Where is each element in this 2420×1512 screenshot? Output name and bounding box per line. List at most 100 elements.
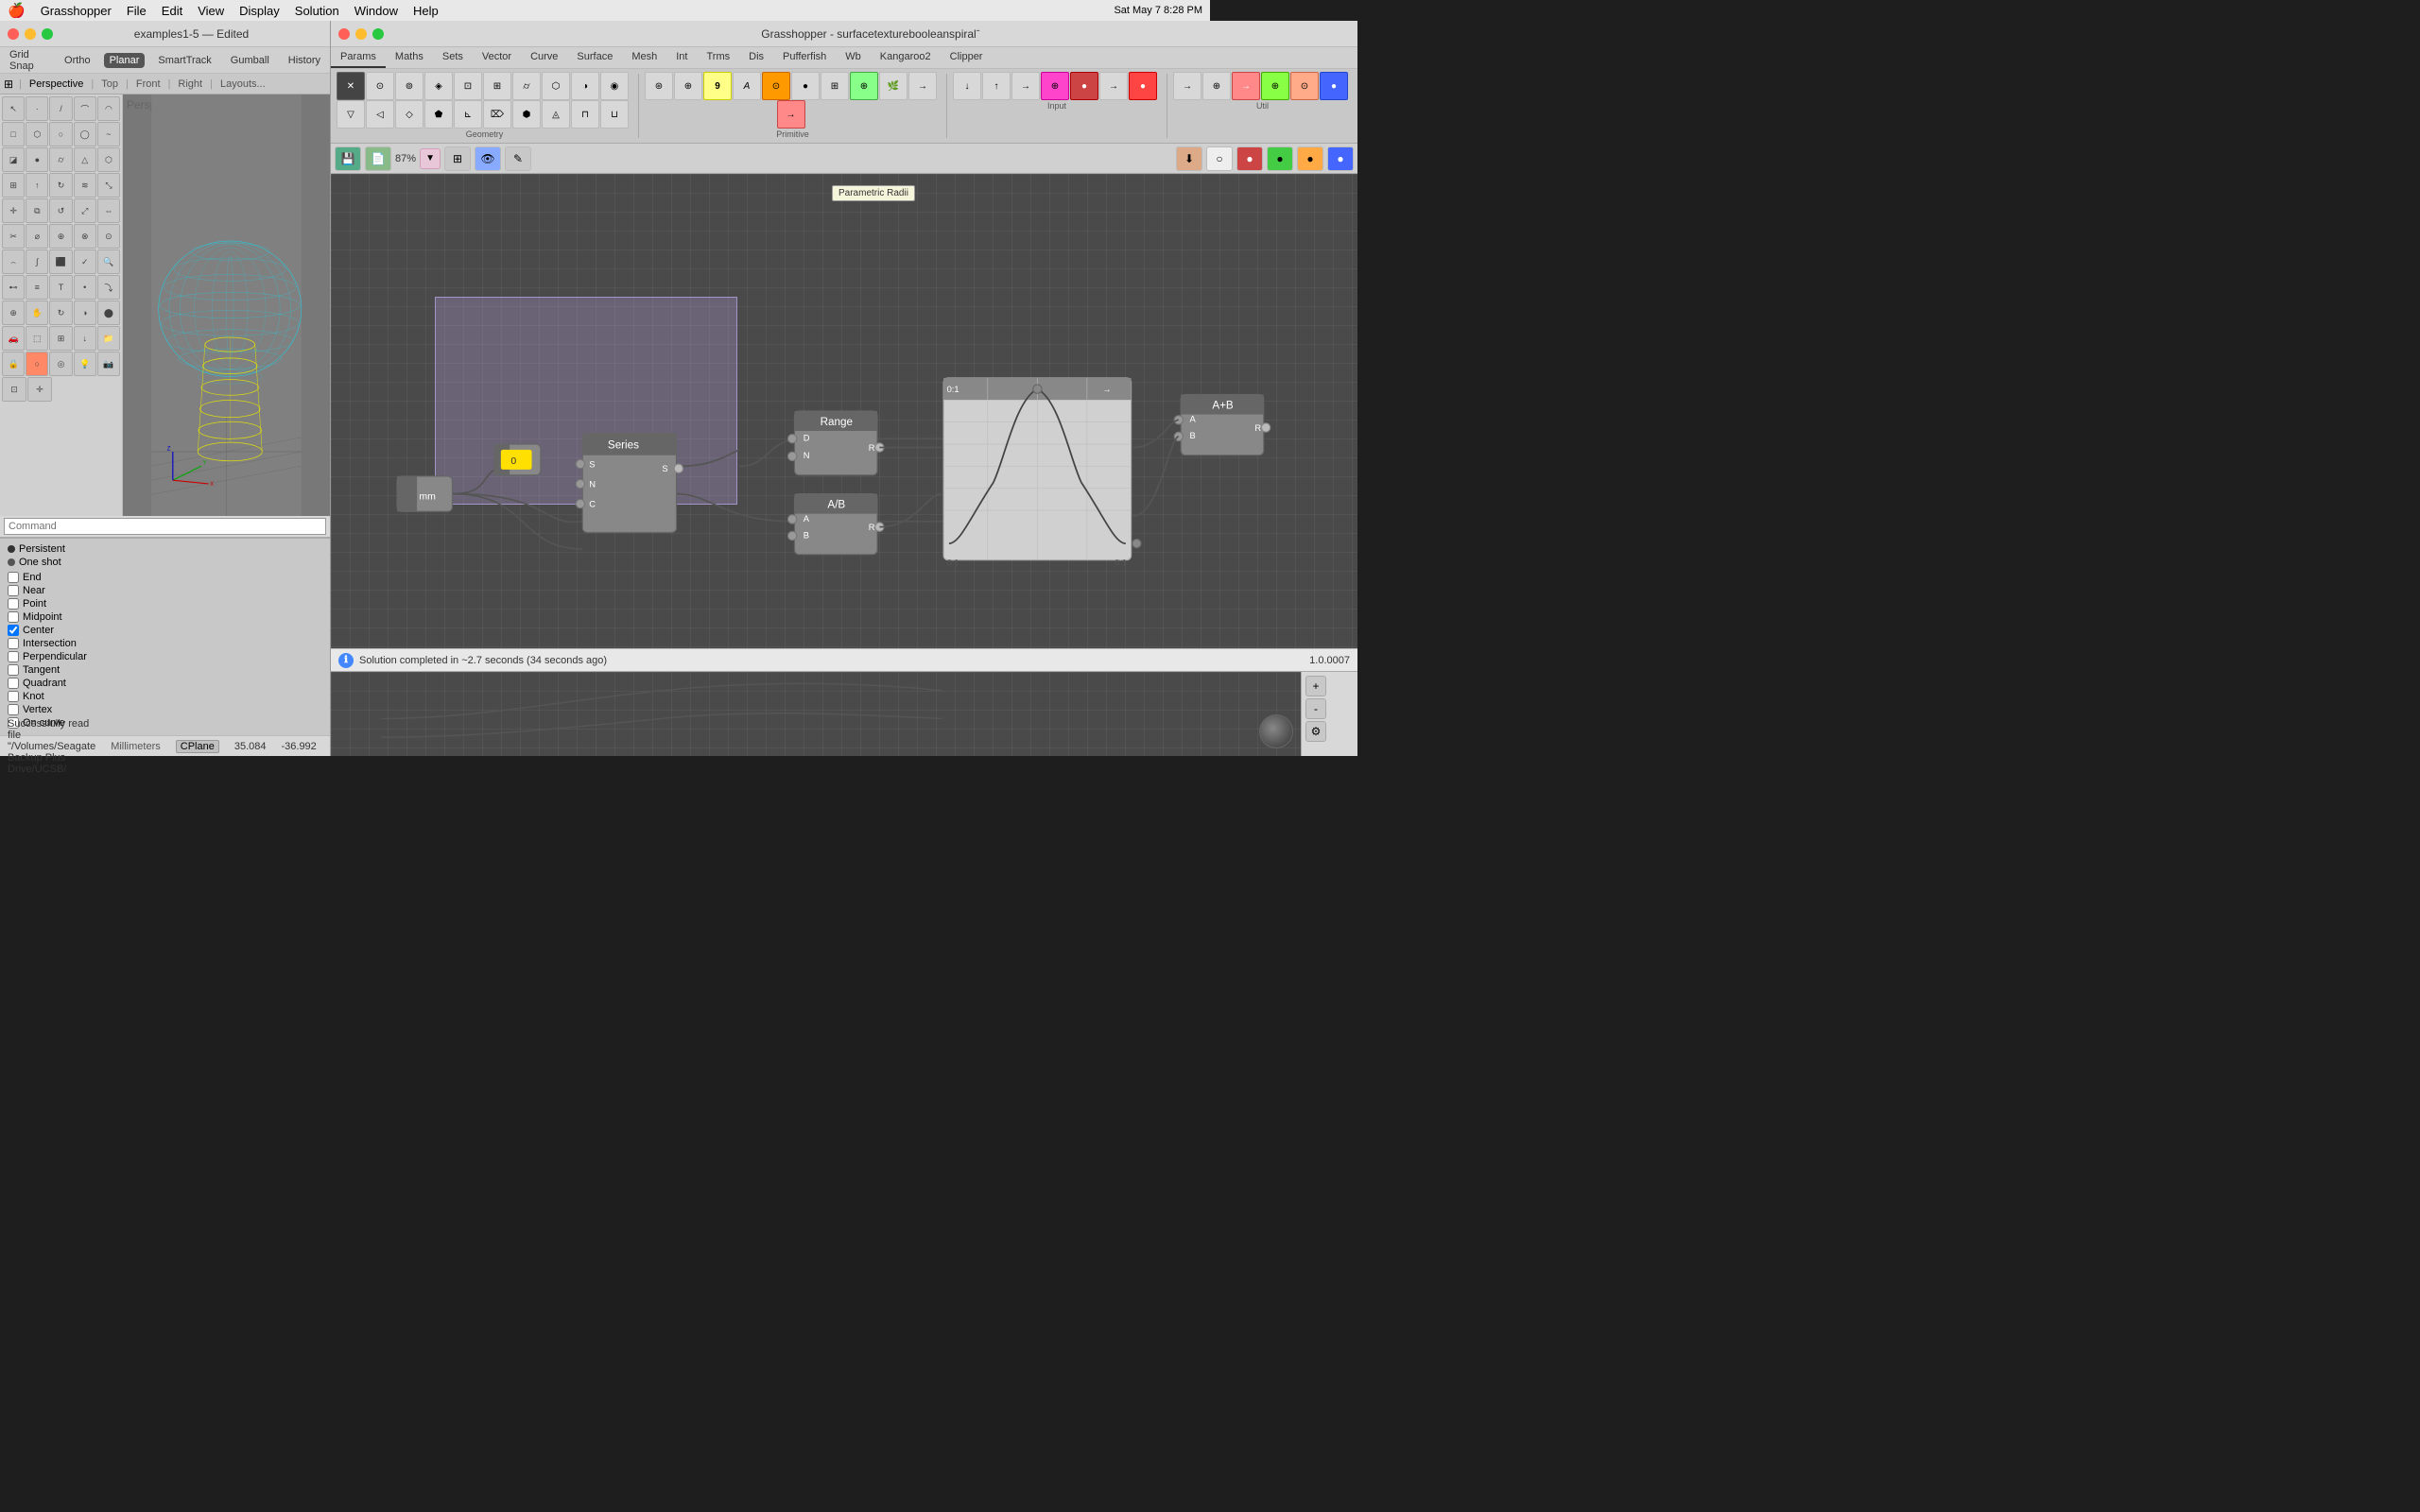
gh-util-btn-4[interactable]: ⊕ [1261,72,1289,100]
trim-tool[interactable]: ✂ [2,224,25,249]
blend-tool[interactable]: ∫ [26,249,48,274]
gh-toggle4[interactable]: ● [1297,146,1323,171]
smarttrack-btn[interactable]: SmartTrack [152,53,216,68]
snap-tangent[interactable]: Tangent [8,663,322,677]
group-tool[interactable]: ⬚ [26,326,48,351]
insert-tool[interactable]: ↓ [74,326,96,351]
gh-geo-btn-11[interactable]: ▽ [337,100,365,129]
analyze-tool[interactable]: 🔍 [97,249,120,274]
snap-center-check[interactable] [8,625,19,636]
tab-front[interactable]: Front [130,77,166,92]
gh-geo-btn-2[interactable]: ⊙ [366,72,394,100]
snap-knot-check[interactable] [8,691,19,702]
menu-solution[interactable]: Solution [295,4,339,18]
snap-oneshot[interactable]: One shot [8,556,322,569]
snap-persistent[interactable]: Persistent [8,542,322,556]
gh-geo-btn-7[interactable]: ⌭ [512,72,541,100]
revolve-tool[interactable]: ↻ [49,173,72,198]
text-tool[interactable]: T [49,275,72,300]
gh-prim-btn-2[interactable]: ⊕ [674,72,702,100]
cylinder-tool[interactable]: ⌭ [49,147,72,172]
tab-top[interactable]: Top [95,77,124,92]
snap-vertex-check[interactable] [8,704,19,715]
gh-geo-btn-17[interactable]: ⬢ [512,100,541,129]
mesh-tool[interactable]: ⊞ [2,173,25,198]
gh-prim-btn-5[interactable]: ⊙ [762,72,790,100]
gh-geo-btn-4[interactable]: ◈ [424,72,453,100]
gumball-btn[interactable]: Gumball [225,53,275,68]
gh-close-button[interactable] [338,28,350,40]
sweep-tool[interactable]: ⤡ [97,173,120,198]
circle-tool[interactable]: ○ [49,122,72,146]
gh-prim-btn-8[interactable]: ⊕ [850,72,878,100]
snap-quadrant[interactable]: Quadrant [8,677,322,690]
osnap-tool[interactable]: ⊡ [2,377,26,402]
sphere-tool[interactable]: ● [26,147,48,172]
dimension-tool[interactable]: ⊷ [2,275,25,300]
gh-prim-btn-9[interactable]: 🌿 [879,72,908,100]
command-input[interactable] [4,518,326,535]
snap-perpendicular-check[interactable] [8,651,19,662]
gh-util-btn-1[interactable]: → [1173,72,1201,100]
gh-bake-btn[interactable]: ⬇ [1176,146,1202,171]
gh-canvas[interactable]: Parametric Radii [331,174,1357,648]
menu-edit[interactable]: Edit [162,4,182,18]
gh-tab-maths[interactable]: Maths [386,47,433,68]
dot-tool[interactable]: • [74,275,96,300]
snap-end[interactable]: End [8,571,322,584]
gh-prim-btn-7[interactable]: ⊞ [821,72,849,100]
minimize-button[interactable] [25,28,36,40]
compass-sphere[interactable] [1259,714,1293,748]
gh-geo-btn-20[interactable]: ⊔ [600,100,629,129]
gh-geo-btn-12[interactable]: ◁ [366,100,394,129]
cplane-indicator[interactable]: CPlane [176,740,219,753]
lock-tool[interactable]: 🔒 [2,352,25,376]
tab-layouts[interactable]: Layouts... [215,77,271,92]
menu-grasshopper[interactable]: Grasshopper [41,4,112,18]
gh-geo-btn-10[interactable]: ◉ [600,72,629,100]
snap-vertex[interactable]: Vertex [8,703,322,716]
move-tool[interactable]: ✛ [2,198,25,223]
box-tool[interactable]: ◪ [2,147,25,172]
gh-tab-mesh[interactable]: Mesh [622,47,666,68]
menu-file[interactable]: File [127,4,147,18]
gh-tab-params[interactable]: Params [331,47,386,68]
split-tool[interactable]: ⌀ [26,224,48,249]
gh-tab-kangaroo2[interactable]: Kangaroo2 [871,47,941,68]
gh-open-btn[interactable]: 📄 [365,146,391,171]
gh-preview-btn[interactable]: 👁 [475,146,501,171]
select-tool[interactable]: ↖ [2,96,25,121]
freeform-tool[interactable]: ~ [97,122,120,146]
planar-btn[interactable]: Planar [104,53,146,68]
arc-tool[interactable]: ◠ [97,96,120,121]
hatch-tool[interactable]: ≡ [26,275,48,300]
snap-quadrant-check[interactable] [8,678,19,689]
camera-tool[interactable]: 📷 [97,352,120,376]
gh-prim-btn-3[interactable]: 9 [703,72,732,100]
snap-midpoint-check[interactable] [8,611,19,623]
snap-center[interactable]: Center [8,624,322,637]
leader-tool[interactable]: ⤵ [97,275,120,300]
gh-in-btn-3[interactable]: → [1011,72,1040,100]
gh-tab-curve[interactable]: Curve [521,47,567,68]
extrude-tool[interactable]: ↑ [26,173,48,198]
gh-prim-btn-1[interactable]: ⊛ [645,72,673,100]
rotate-view-tool[interactable]: ↻ [49,301,72,325]
ortho-btn[interactable]: Ortho [59,53,96,68]
gh-tab-sets[interactable]: Sets [433,47,473,68]
history-btn[interactable]: History [283,53,326,68]
color-tool[interactable]: ○ [26,352,48,376]
loft-tool[interactable]: ≋ [74,173,96,198]
worksession-tool[interactable]: 📁 [97,326,120,351]
snap-point-check[interactable] [8,598,19,610]
rotate-tool[interactable]: ↺ [49,198,72,223]
shaded-tool[interactable]: ◑ [74,301,96,325]
close-button[interactable] [8,28,19,40]
gh-settings-btn[interactable]: ⚙ [1305,721,1326,742]
gh-tab-int[interactable]: Int [666,47,697,68]
gh-geo-btn-18[interactable]: ◬ [542,100,570,129]
gh-save-btn[interactable]: 💾 [335,146,361,171]
snap-knot[interactable]: Knot [8,690,322,703]
car-tool[interactable]: 🚗 [2,326,25,351]
gh-cursor-btn[interactable]: ✎ [505,146,531,171]
